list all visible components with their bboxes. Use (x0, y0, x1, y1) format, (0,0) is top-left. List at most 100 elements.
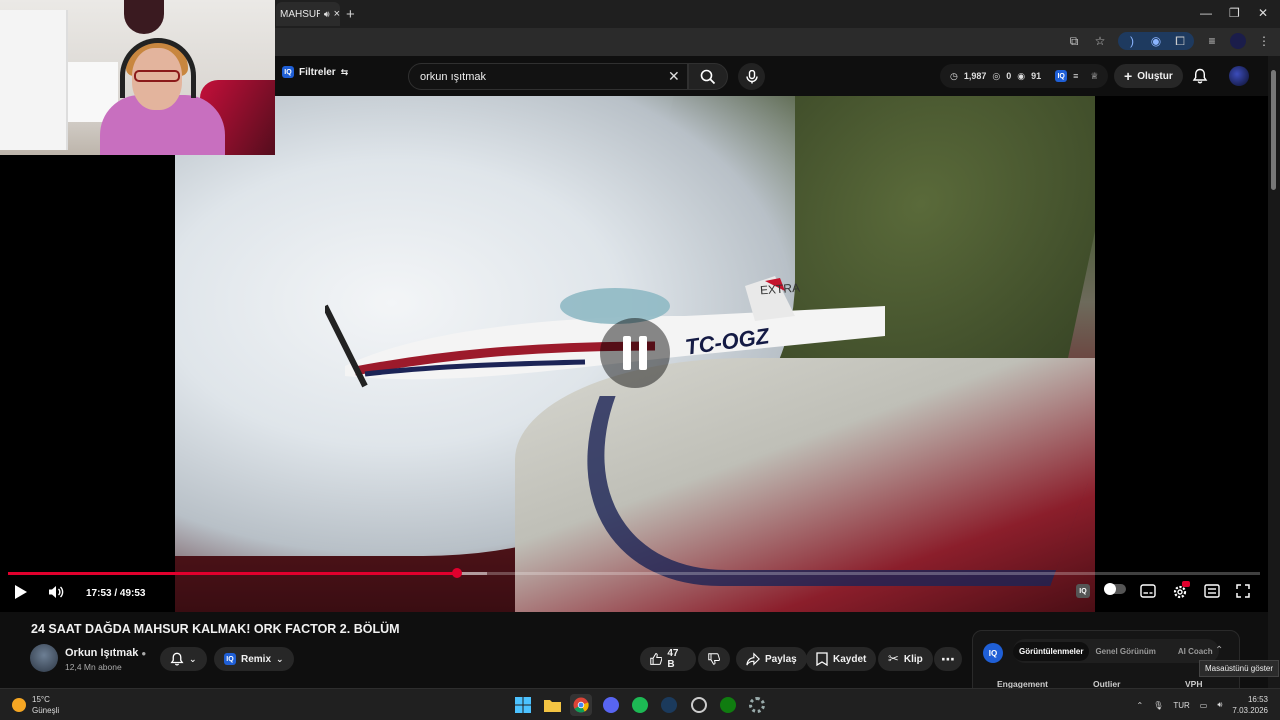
page-scrollbar[interactable] (1268, 56, 1280, 688)
extensions-puzzle-icon[interactable]: ⧠ (1172, 33, 1188, 49)
channel-name-text: Orkun Işıtmak (65, 647, 139, 659)
browser-tab[interactable]: MAHSUR 🔊︎ × (276, 2, 340, 26)
spotify-button[interactable] (629, 694, 651, 716)
iq-icon: IQ (282, 66, 294, 78)
channel-avatar[interactable] (30, 644, 58, 672)
screen: MAHSUR 🔊︎ × + — ❐ ✕ ⧉ ☆ ) ◉ ⧠ ≡ ⋮ IQ Fil… (0, 0, 1280, 720)
fullscreen-icon (1236, 584, 1250, 598)
window-minimize-button[interactable]: — (1200, 6, 1212, 20)
iq-icon: IQ (224, 653, 236, 665)
tab-overview[interactable]: Genel Görünüm (1089, 642, 1161, 661)
center-pause-button[interactable] (600, 318, 670, 388)
play-button[interactable] (14, 584, 28, 600)
search-input[interactable]: orkun ışıtmak (408, 63, 688, 90)
xbox-icon (720, 697, 736, 713)
chevron-up-icon[interactable]: ⌃ (1136, 701, 1143, 710)
plus-icon: + (1124, 68, 1133, 84)
spotify-icon (632, 697, 648, 713)
app-circle-icon (691, 697, 707, 713)
aircraft-model-text: EXTRA (759, 280, 801, 298)
notification-bell-button[interactable]: ⌄ (160, 647, 207, 671)
display-icon[interactable]: ▭ (1200, 701, 1208, 710)
reading-list-icon[interactable]: ≡ (1204, 33, 1220, 49)
create-button[interactable]: + Oluştur (1114, 64, 1183, 88)
like-button[interactable]: 47 B (640, 647, 696, 671)
chevron-up-icon[interactable]: ⌃ (1215, 645, 1223, 656)
fullscreen-button[interactable] (1236, 584, 1250, 598)
save-button[interactable]: Kaydet (806, 647, 877, 671)
clock-icon: ◷ (950, 70, 958, 81)
filters-button[interactable]: IQ Filtreler ⇆ (282, 66, 348, 78)
trophy-icon[interactable]: ♕ (1090, 71, 1098, 82)
tab-ai-coach[interactable]: AI Coach (1172, 642, 1219, 661)
extension-stats-bar: ◷ 1,987 ◎ 0 ◉ 91 IQ ≡ ♕ (940, 64, 1109, 88)
language-indicator[interactable]: TUR (1173, 701, 1189, 710)
share-button[interactable]: Paylaş (736, 647, 807, 671)
new-tab-button[interactable]: + (346, 6, 355, 23)
list-icon[interactable]: ≡ (1073, 71, 1078, 81)
weather-widget[interactable]: 15°C Güneşli (12, 694, 59, 716)
thumbs-up-icon (650, 653, 663, 665)
dislike-button[interactable] (698, 647, 730, 671)
chrome-button[interactable] (570, 694, 592, 716)
pause-bar-right (639, 336, 647, 370)
scissors-icon: ✂ (888, 651, 899, 666)
scrollbar-thumb[interactable] (1271, 70, 1276, 190)
steam-button[interactable] (658, 694, 680, 716)
more-actions-button[interactable]: ⋯ (934, 647, 962, 671)
iq-icon: IQ (1076, 584, 1090, 598)
extension-iq-icon[interactable]: ◉ (1148, 33, 1164, 49)
app-button[interactable] (688, 694, 710, 716)
channel-name[interactable]: Orkun Işıtmak ● (65, 647, 146, 659)
voice-search-button[interactable] (738, 63, 765, 90)
settings-gear-icon (749, 697, 765, 713)
chrome-icon (573, 697, 589, 713)
account-avatar[interactable] (1229, 66, 1249, 86)
video-title: 24 SAAT DAĞDA MAHSUR KALMAK! ORK FACTOR … (31, 622, 400, 636)
pause-bar-left (623, 336, 631, 370)
xbox-button[interactable] (717, 694, 739, 716)
system-tray: ⌃ 🎙︎ TUR ▭ 🔊︎ 16:53 7.03.2026 (1136, 694, 1268, 716)
speaker-tray-icon[interactable]: 🔊︎ (1217, 700, 1222, 710)
folder-icon (543, 700, 561, 712)
settings-button[interactable] (1172, 581, 1190, 600)
discord-button[interactable] (600, 694, 622, 716)
subtitles-icon (1140, 584, 1156, 598)
analytics-tabs: Görüntülenmeler Genel Görünüm AI Coach (1013, 639, 1219, 663)
file-explorer-button[interactable] (541, 694, 563, 716)
start-button[interactable] (512, 694, 534, 716)
tab-views[interactable]: Görüntülenmeler (1013, 641, 1090, 661)
settings-app-button[interactable] (746, 694, 768, 716)
remix-button[interactable]: IQ Remix ⌄ (214, 647, 294, 671)
show-desktop-tooltip: Masaüstünü göster (1199, 660, 1280, 677)
clip-button[interactable]: ✂ Klip (878, 647, 933, 671)
window-close-button[interactable]: ✕ (1258, 6, 1268, 20)
speaker-icon[interactable]: 🔊︎ (324, 9, 330, 20)
profile-avatar[interactable] (1230, 33, 1246, 49)
video-player[interactable]: EXTRA TC-OGZ 17:53 / 49:53 IQ (0, 96, 1268, 612)
miniplayer-button[interactable] (1204, 584, 1220, 598)
cast-icon[interactable]: ⧉ (1066, 33, 1082, 49)
window-maximize-button[interactable]: ❐ (1229, 6, 1240, 20)
notifications-bell-icon[interactable] (1192, 68, 1208, 84)
browser-menu-icon[interactable]: ⋮ (1256, 33, 1272, 49)
windows-logo-icon (515, 697, 531, 713)
video-progress-bar[interactable] (8, 568, 1260, 578)
volume-button[interactable] (48, 584, 64, 600)
toolbar-icons: ⧉ ☆ ) ◉ ⧠ ≡ ⋮ (1066, 32, 1272, 50)
temperature: 15°C (32, 695, 50, 704)
iq-icon[interactable]: IQ (1055, 70, 1068, 82)
iq-player-button[interactable]: IQ (1076, 584, 1090, 598)
tab-close-button[interactable]: × (334, 8, 340, 20)
bookmark-star-icon[interactable]: ☆ (1092, 33, 1108, 49)
mic-tray-icon[interactable]: 🎙︎ (1153, 701, 1163, 710)
extension-wave-icon[interactable]: ) (1124, 33, 1140, 49)
chevron-down-icon: ⌄ (276, 653, 284, 664)
progress-scrubber[interactable] (451, 568, 462, 578)
search-button[interactable] (688, 63, 728, 90)
clock[interactable]: 16:53 7.03.2026 (1232, 694, 1268, 716)
clear-search-icon[interactable]: ✕ (668, 68, 680, 85)
autoplay-toggle[interactable] (1104, 583, 1126, 595)
filters-label: Filtreler (299, 66, 336, 78)
subtitles-button[interactable] (1140, 584, 1156, 598)
